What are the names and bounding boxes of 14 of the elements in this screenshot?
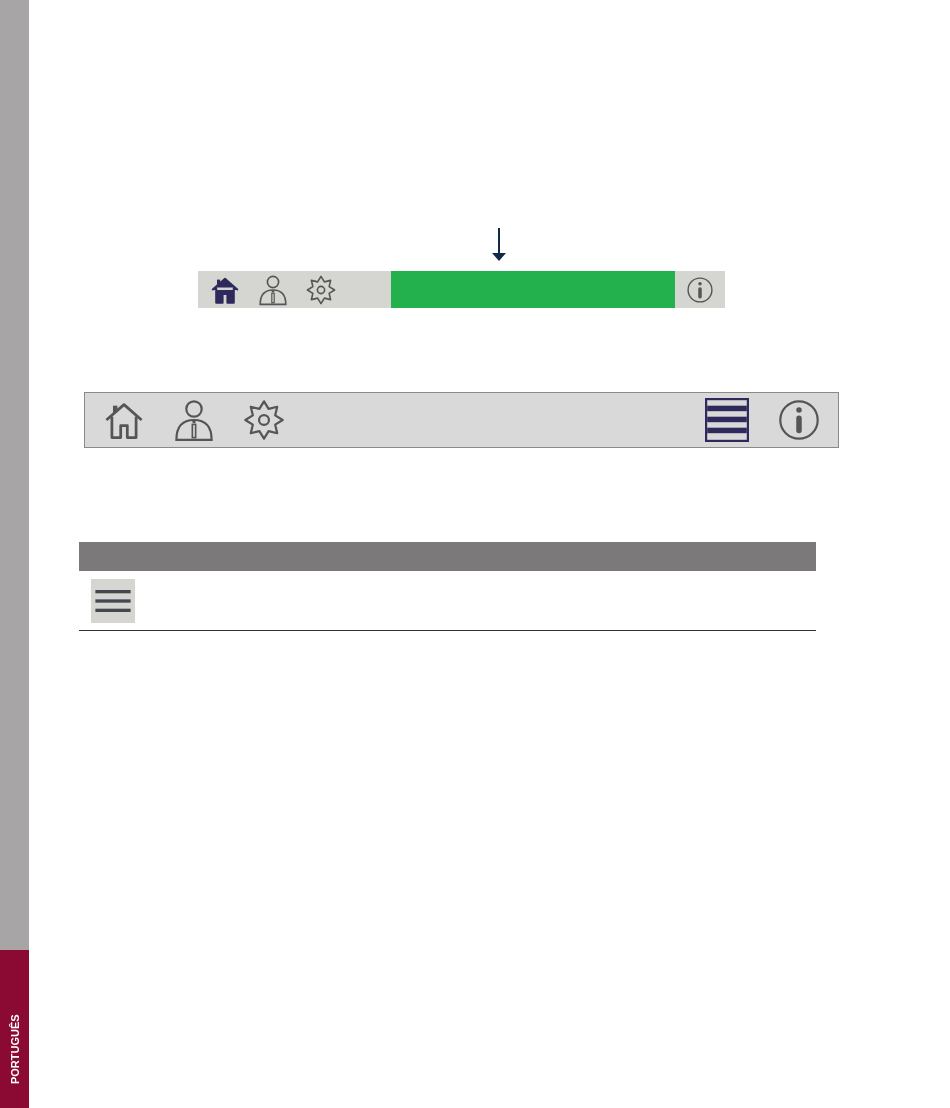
info-button[interactable] xyxy=(776,397,822,443)
info-button[interactable] xyxy=(685,274,715,305)
person-icon xyxy=(172,398,216,442)
gear-icon xyxy=(242,398,286,442)
settings-button[interactable] xyxy=(241,397,287,443)
down-arrow-icon xyxy=(492,228,506,261)
menu-icon xyxy=(705,398,749,442)
person-icon xyxy=(257,273,289,306)
gear-icon xyxy=(305,273,337,306)
language-label: PORTUGUÊS xyxy=(7,1014,22,1084)
language-tab[interactable]: PORTUGUÊS xyxy=(0,950,29,1108)
info-icon xyxy=(777,398,821,442)
info-icon xyxy=(686,275,714,304)
menu-button[interactable] xyxy=(704,397,750,443)
